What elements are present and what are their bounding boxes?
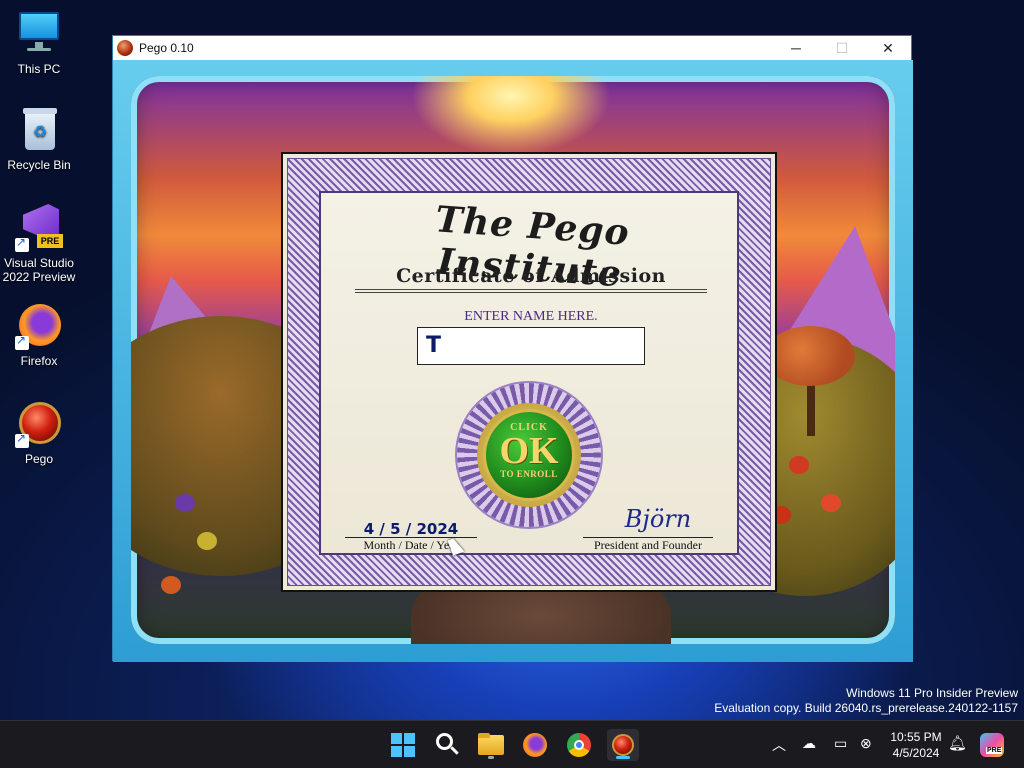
- watermark-build: Evaluation copy. Build 26040.rs_prerelea…: [714, 701, 1018, 715]
- certificate-body: The Pego Institute Certificate of Admiss…: [319, 191, 739, 555]
- tree-canopy: [765, 326, 855, 386]
- window-title: Pego 0.10: [139, 41, 194, 55]
- taskbar: ︿ ☁ ▭ ⊗ 10:55 PM 4/5/2024 🔔︎ PRE: [0, 720, 1024, 768]
- desktop-icon-label: Visual Studio 2022 Preview: [2, 256, 76, 284]
- running-indicator: [488, 756, 494, 759]
- recycle-bin-icon: ♻: [15, 106, 63, 154]
- enter-name-label: ENTER NAME HERE.: [464, 309, 598, 324]
- flower: [789, 456, 809, 474]
- network-disconnected-icon[interactable]: ⊗: [860, 735, 872, 752]
- monitor-icon: [15, 10, 63, 58]
- desktop-icon-pego[interactable]: Pego: [1, 400, 77, 466]
- desktop-icon-visual-studio[interactable]: PRE Visual Studio 2022 Preview: [1, 204, 77, 284]
- name-input[interactable]: T: [417, 327, 645, 365]
- desktop-icon-label: Pego: [24, 452, 54, 466]
- clock[interactable]: 10:55 PM 4/5/2024: [886, 729, 946, 761]
- desktop-icon-label: Firefox: [20, 354, 58, 368]
- flower: [821, 494, 841, 512]
- watermark-edition: Windows 11 Pro Insider Preview: [846, 686, 1018, 700]
- founder-signature: Björn: [624, 505, 692, 533]
- active-indicator: [616, 756, 630, 759]
- game-area: The Pego Institute Certificate of Admiss…: [113, 60, 913, 662]
- chrome-icon[interactable]: [563, 729, 595, 761]
- title-divider: [355, 289, 707, 293]
- system-tray: ︿ ☁ ▭ ⊗ 10:55 PM 4/5/2024 🔔︎ PRE: [768, 721, 1024, 768]
- desktop-icon-label: Recycle Bin: [7, 158, 71, 172]
- minimize-button[interactable]: ─: [773, 36, 819, 60]
- firefox-icon: [15, 302, 63, 350]
- clock-date: 4/5/2024: [892, 746, 940, 760]
- close-button[interactable]: ✕: [865, 36, 911, 60]
- flower: [161, 576, 181, 594]
- enroll-seal: CLICK OK TO ENROLL: [457, 383, 601, 527]
- shortcut-arrow-icon: [15, 333, 29, 350]
- copilot-preview-badge: PRE: [986, 747, 1003, 754]
- desktop-icon-firefox[interactable]: Firefox: [1, 302, 77, 368]
- maximize-button: ☐: [835, 40, 849, 56]
- firefox-icon[interactable]: [519, 729, 551, 761]
- background-scene: The Pego Institute Certificate of Admiss…: [131, 76, 895, 644]
- windows-watermark: Windows 11 Pro Insider Preview Evaluatio…: [714, 686, 1018, 716]
- pego-app-icon: [117, 40, 133, 56]
- notification-bell-icon[interactable]: 🔔︎: [948, 734, 967, 752]
- pego-icon[interactable]: [607, 729, 639, 761]
- shortcut-arrow-icon: [15, 235, 29, 252]
- admission-certificate: The Pego Institute Certificate of Admiss…: [281, 152, 777, 592]
- ok-button-label: OK: [499, 430, 559, 472]
- copilot-icon[interactable]: PRE: [980, 733, 1004, 757]
- certificate-subtitle: Certificate of Admission: [396, 265, 666, 287]
- ok-enroll-button[interactable]: CLICK OK TO ENROLL: [483, 409, 575, 501]
- shortcut-arrow-icon: [15, 431, 29, 448]
- enrollment-date: 4 / 5 / 2024: [363, 520, 459, 538]
- display-icon[interactable]: ▭: [834, 735, 847, 752]
- file-explorer-icon[interactable]: [475, 729, 507, 761]
- flower: [175, 494, 195, 512]
- flower: [197, 532, 217, 550]
- title-bar[interactable]: Pego 0.10 ─ ☐ ✕: [113, 36, 911, 60]
- pego-icon: [15, 400, 63, 448]
- clock-time: 10:55 PM: [890, 730, 942, 744]
- preview-badge: PRE: [37, 234, 63, 248]
- desktop-icon-recycle-bin[interactable]: ♻ Recycle Bin: [1, 106, 77, 172]
- pego-window: Pego 0.10 ─ ☐ ✕ The Pego Institute Certi…: [112, 35, 913, 662]
- start-icon[interactable]: [387, 729, 419, 761]
- visual-studio-icon: PRE: [15, 204, 63, 252]
- sun-glow: [411, 76, 611, 156]
- chevron-up-icon[interactable]: ︿: [772, 735, 786, 755]
- desktop-icon-this-pc[interactable]: This PC: [1, 10, 77, 76]
- desktop-icon-label: This PC: [17, 62, 61, 76]
- search-icon[interactable]: [431, 729, 463, 761]
- signature-caption: President and Founder: [594, 538, 702, 552]
- onedrive-offline-icon[interactable]: ☁: [802, 735, 816, 752]
